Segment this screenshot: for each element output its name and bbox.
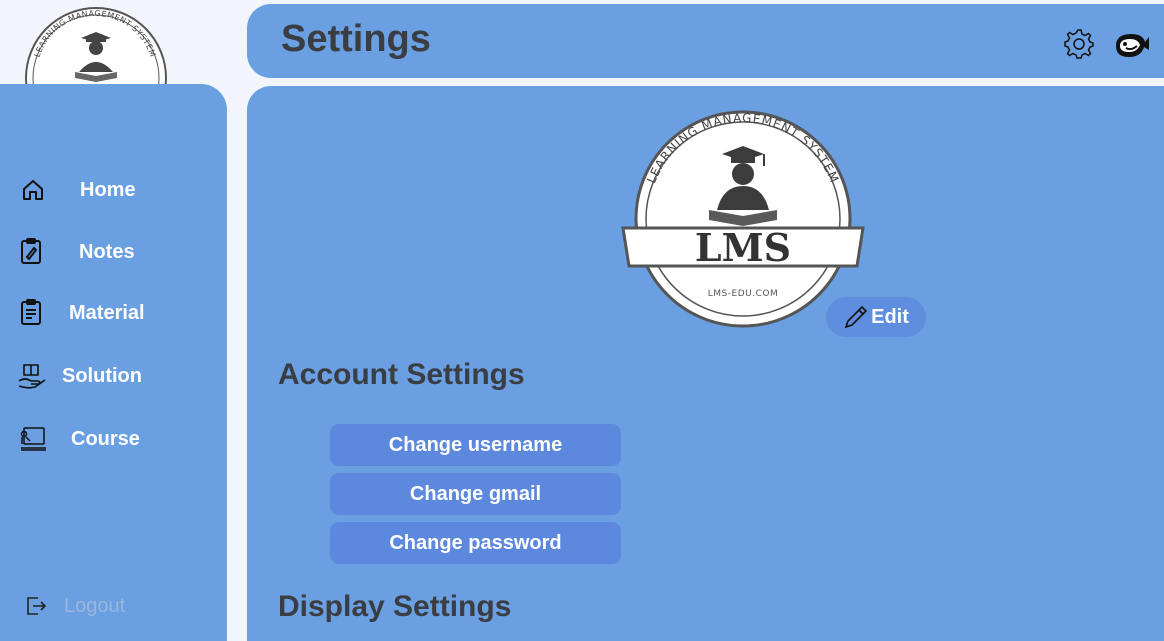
pencil-icon	[843, 304, 871, 330]
sidebar-item-label: Notes	[79, 240, 135, 263]
whale-icon[interactable]	[1113, 26, 1149, 62]
sidebar-item-label: Course	[71, 427, 140, 450]
header-bar: Settings	[247, 4, 1164, 78]
logo-url: LMS-EDU.COM	[708, 289, 778, 299]
settings-panel: LEARNING MANAGEMENT SYSTEM LMS LMS-EDU.C…	[247, 86, 1164, 641]
change-gmail-button[interactable]: Change gmail	[330, 473, 621, 515]
account-settings-title: Account Settings	[278, 358, 525, 391]
logo-text: LMS	[695, 225, 791, 270]
edit-label: Edit	[871, 305, 909, 328]
change-username-button[interactable]: Change username	[330, 424, 621, 466]
sidebar-item-label: Solution	[62, 364, 142, 387]
logout-button[interactable]: Logout	[24, 590, 125, 622]
display-settings-title: Display Settings	[278, 590, 512, 623]
gear-icon[interactable]	[1061, 26, 1097, 62]
logout-label: Logout	[64, 594, 126, 617]
home-icon	[20, 177, 46, 203]
logout-icon	[24, 594, 48, 618]
course-icon	[18, 426, 48, 452]
change-password-button[interactable]: Change password	[330, 522, 621, 564]
edit-profile-button[interactable]: Edit	[826, 297, 926, 337]
profile-logo: LEARNING MANAGEMENT SYSTEM LMS LMS-EDU.C…	[619, 106, 869, 331]
notes-icon	[18, 238, 44, 265]
sidebar-item-label: Material	[69, 301, 145, 324]
material-icon	[18, 299, 44, 326]
solution-icon	[17, 363, 47, 389]
page-title: Settings	[281, 18, 431, 60]
sidebar-item-label: Home	[80, 178, 136, 201]
